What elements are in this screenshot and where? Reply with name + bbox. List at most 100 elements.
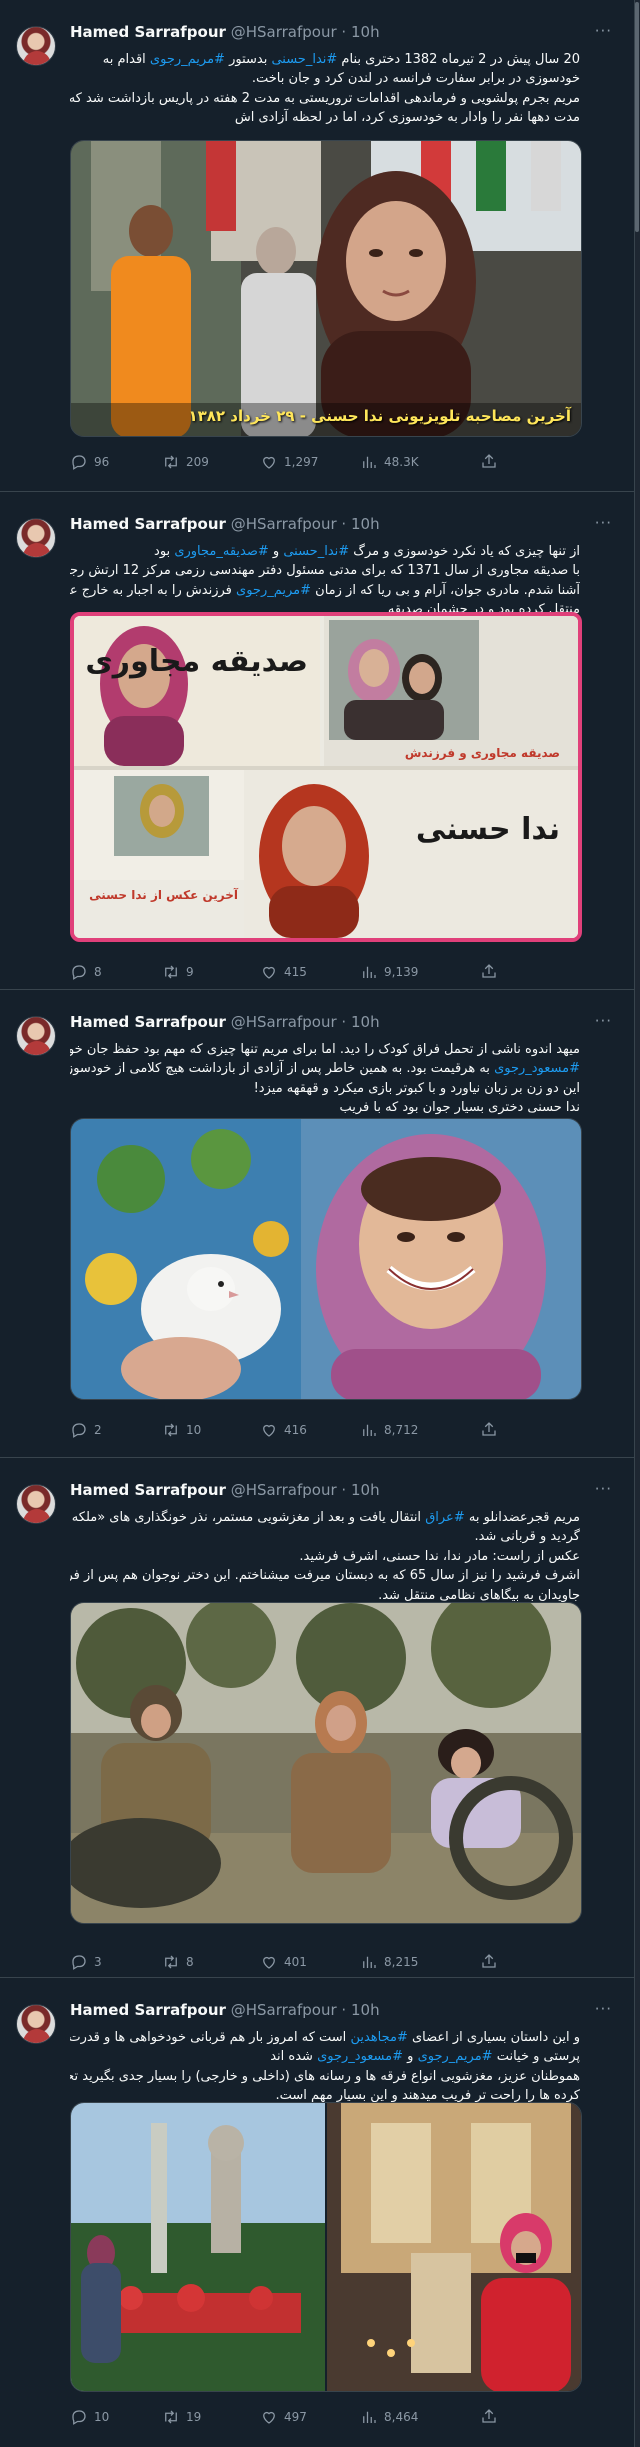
text-segment: و xyxy=(403,2049,418,2065)
author-handle[interactable]: @HSarrafpour xyxy=(231,1013,337,1031)
reply-icon xyxy=(70,1421,88,1439)
views-button[interactable]: 9,139 xyxy=(360,962,418,982)
tweet[interactable]: Hamed Sarrafpour @HSarrafpour · 10h ··· … xyxy=(0,492,634,990)
views-button[interactable]: 8,215 xyxy=(360,1952,418,1972)
text-segment: است که امروز بار هم قربانی خودخواهی ها و… xyxy=(70,2030,351,2045)
avatar[interactable] xyxy=(16,1484,56,1524)
tweet-text-line: مریم بجرم پولشویی و فرماندهی اقدامات ترو… xyxy=(70,89,580,108)
author-name[interactable]: Hamed Sarrafpour xyxy=(70,1013,226,1031)
more-icon[interactable]: ··· xyxy=(595,2000,612,2018)
timestamp[interactable]: 10h xyxy=(351,1013,380,1031)
hashtag-link[interactable]: #مسعود_رجوی xyxy=(494,1061,580,1076)
tweet[interactable]: Hamed Sarrafpour @HSarrafpour · 10h ··· … xyxy=(0,1978,634,2447)
timestamp[interactable]: 10h xyxy=(351,515,380,533)
hashtag-link[interactable]: #مجاهدین xyxy=(350,2030,407,2045)
tweet-media[interactable] xyxy=(70,2102,582,2392)
tweet-media[interactable]: آخرین مصاحبه تلویزیونی ندا حسنی - ۲۹ خرد… xyxy=(70,140,582,437)
more-icon[interactable]: ··· xyxy=(595,1480,612,1498)
avatar[interactable] xyxy=(16,2004,56,2044)
author-name[interactable]: Hamed Sarrafpour xyxy=(70,515,226,533)
tweet-actions: 10 19 497 8,464 xyxy=(70,2407,496,2427)
retweet-button[interactable]: 9 xyxy=(162,962,194,982)
reply-button[interactable]: 3 xyxy=(70,1952,102,1972)
tweet-header: Hamed Sarrafpour @HSarrafpour · 10h xyxy=(70,1013,618,1035)
reply-button[interactable]: 96 xyxy=(70,452,109,472)
share-icon[interactable] xyxy=(480,1420,498,1438)
reply-button[interactable]: 10 xyxy=(70,2407,109,2427)
hashtag-link[interactable]: #مریم_رجوی xyxy=(150,52,225,67)
tweet-actions: 2 10 416 8,712 xyxy=(70,1420,496,1440)
like-count: 1,297 xyxy=(284,455,319,469)
text-segment: آشنا شدم. مادری جوان، آرام و بی ریا که ا… xyxy=(311,582,580,598)
hashtag-link[interactable]: #مریم_رجوی xyxy=(418,2049,493,2064)
text-segment: این دو زن بر زبان نیاورد و با کبوتر بازی… xyxy=(253,1080,580,1096)
hashtag-link[interactable]: #عراق xyxy=(425,1510,465,1525)
text-segment: بود xyxy=(154,544,175,559)
more-icon[interactable]: ··· xyxy=(595,1012,612,1030)
reply-button[interactable]: 2 xyxy=(70,1420,102,1440)
text-segment: 20 سال پیش در 2 تیرماه 1382 دختری بنام xyxy=(337,52,580,67)
timestamp[interactable]: 10h xyxy=(351,23,380,41)
reply-icon xyxy=(70,963,88,981)
hashtag-link[interactable]: #مسعود_رجوی xyxy=(317,2049,403,2064)
share-icon[interactable] xyxy=(480,962,498,980)
share-icon[interactable] xyxy=(480,452,498,470)
more-icon[interactable]: ··· xyxy=(595,22,612,40)
timestamp[interactable]: 10h xyxy=(351,1481,380,1499)
media-caption: ندا حسنی xyxy=(415,812,560,847)
hashtag-link[interactable]: #ندا_حسنی xyxy=(283,544,349,559)
avatar[interactable] xyxy=(16,26,56,66)
hashtag-link[interactable]: #صدیقه_مجاوری xyxy=(174,544,268,559)
tweet-text: مریم قجرعضدانلو به #عراق انتقال یافت و ب… xyxy=(70,1508,580,1605)
like-button[interactable]: 416 xyxy=(260,1420,307,1440)
author-name[interactable]: Hamed Sarrafpour xyxy=(70,23,226,41)
hashtag-link[interactable]: #مریم_رجوی xyxy=(236,583,311,598)
tweet-media[interactable] xyxy=(70,1118,582,1400)
retweet-button[interactable]: 10 xyxy=(162,1420,201,1440)
like-button[interactable]: 415 xyxy=(260,962,307,982)
author-name[interactable]: Hamed Sarrafpour xyxy=(70,2001,226,2019)
tweet[interactable]: Hamed Sarrafpour @HSarrafpour · 10h ··· … xyxy=(0,0,634,492)
share-icon[interactable] xyxy=(480,1952,498,1970)
tweet-text-line: میهد اندوه ناشی از تحمل فراق کودک را دید… xyxy=(70,1040,580,1059)
tweet-media[interactable] xyxy=(70,1602,582,1924)
avatar[interactable] xyxy=(16,1016,56,1056)
avatar[interactable] xyxy=(16,518,56,558)
views-button[interactable]: 48.3K xyxy=(360,452,419,472)
reply-button[interactable]: 8 xyxy=(70,962,102,982)
tweet-text: و این داستان بسیاری از اعضای #مجاهدین اس… xyxy=(70,2028,580,2106)
retweet-icon xyxy=(162,2408,180,2426)
like-button[interactable]: 401 xyxy=(260,1952,307,1972)
text-segment: جاویدان به بیگاهای نظامی منتقل شد. xyxy=(378,1587,580,1603)
views-count: 8,464 xyxy=(384,2410,419,2424)
views-button[interactable]: 8,464 xyxy=(360,2407,418,2427)
tweet[interactable]: Hamed Sarrafpour @HSarrafpour · 10h ··· … xyxy=(0,1458,634,1978)
retweet-icon xyxy=(162,1953,180,1971)
retweet-button[interactable]: 209 xyxy=(162,452,209,472)
like-button[interactable]: 497 xyxy=(260,2407,307,2427)
scrollbar-thumb[interactable] xyxy=(635,2,639,232)
author-handle[interactable]: @HSarrafpour xyxy=(231,2001,337,2019)
media-photo xyxy=(71,2103,581,2391)
reply-icon xyxy=(70,2408,88,2426)
author-name[interactable]: Hamed Sarrafpour xyxy=(70,1481,226,1499)
tweet[interactable]: Hamed Sarrafpour @HSarrafpour · 10h ··· … xyxy=(0,990,634,1458)
hashtag-link[interactable]: #ندا_حسنی xyxy=(271,52,337,67)
author-handle[interactable]: @HSarrafpour xyxy=(231,23,337,41)
author-handle[interactable]: @HSarrafpour xyxy=(231,515,337,533)
tweet-text-line: پرستی و خیانت #مریم_رجوی و #مسعود_رجوی ش… xyxy=(70,2047,580,2066)
retweet-icon xyxy=(162,963,180,981)
views-button[interactable]: 8,712 xyxy=(360,1420,418,1440)
author-handle[interactable]: @HSarrafpour xyxy=(231,1481,337,1499)
media-photo xyxy=(71,1119,581,1399)
share-icon[interactable] xyxy=(480,2407,498,2425)
tweet-media[interactable]: صدیقه مجاوری صدیقه مجاوری و فرزندش ندا ح… xyxy=(70,612,582,942)
tweet-text: از تنها چیزی که یاد نکرد خودسوزی و مرگ #… xyxy=(70,542,580,620)
retweet-button[interactable]: 8 xyxy=(162,1952,194,1972)
timestamp[interactable]: 10h xyxy=(351,2001,380,2019)
retweet-button[interactable]: 19 xyxy=(162,2407,201,2427)
views-icon xyxy=(360,963,378,981)
scrollbar[interactable] xyxy=(634,0,640,2447)
like-button[interactable]: 1,297 xyxy=(260,452,318,472)
more-icon[interactable]: ··· xyxy=(595,514,612,532)
